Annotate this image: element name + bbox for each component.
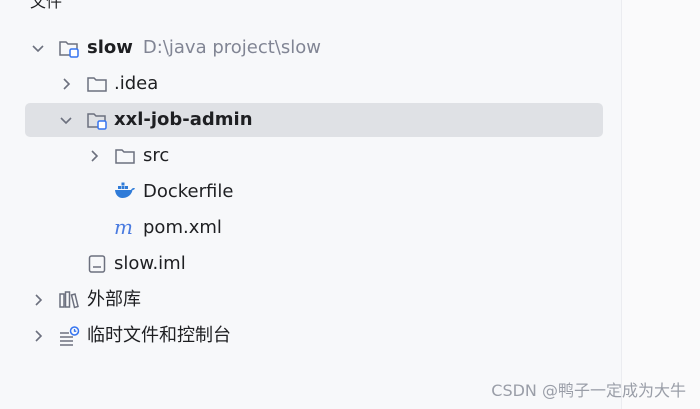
iml-file-icon [86, 253, 108, 275]
folder-icon [86, 73, 108, 95]
maven-icon: m [114, 217, 136, 239]
module-folder-icon [58, 37, 80, 59]
tree-item-module-xxl-job-admin[interactable]: xxl-job-admin [25, 103, 603, 137]
docker-icon [114, 181, 136, 203]
scratches-icon [58, 325, 80, 347]
tree-item-idea[interactable]: .idea [25, 67, 603, 101]
project-tree-panel: 文件 slow D:\java project\slow .idea xxl-jo… [0, 0, 621, 409]
tree-item-label: .idea [114, 73, 159, 94]
tree-item-dockerfile[interactable]: Dockerfile [25, 175, 603, 209]
project-path: D:\java project\slow [142, 37, 321, 58]
panel-title: 文件 [30, 0, 63, 11]
tree-item-label: src [143, 145, 170, 166]
tree-item-external-libraries[interactable]: 外部库 [25, 283, 603, 317]
chevron-down-icon[interactable] [31, 41, 45, 55]
chevron-right-icon[interactable] [59, 77, 73, 91]
tree-item-iml[interactable]: slow.iml [25, 247, 603, 281]
tree-item-label: xxl-job-admin [114, 109, 253, 130]
tree-item-scratches[interactable]: 临时文件和控制台 [25, 319, 603, 353]
library-icon [58, 289, 80, 311]
tree-item-src[interactable]: src [25, 139, 603, 173]
tree-item-label: 外部库 [87, 289, 141, 310]
watermark: CSDN @鸭子一定成为大牛 [491, 381, 686, 400]
folder-icon [114, 145, 136, 167]
chevron-right-icon[interactable] [31, 329, 45, 343]
editor-area-edge [621, 0, 700, 409]
svg-text:m: m [114, 217, 133, 239]
chevron-right-icon[interactable] [31, 293, 45, 307]
tree-item-label: slow D:\java project\slow [87, 37, 321, 58]
tree-item-label: pom.xml [143, 217, 222, 238]
tree-item-label: slow.iml [114, 253, 186, 274]
tree-item-label: 临时文件和控制台 [87, 325, 231, 346]
tree-item-pom[interactable]: m pom.xml [25, 211, 603, 245]
chevron-down-icon[interactable] [59, 113, 73, 127]
chevron-right-icon[interactable] [87, 149, 101, 163]
tree-item-label: Dockerfile [143, 181, 234, 202]
tree-item-root-slow[interactable]: slow D:\java project\slow [25, 31, 603, 65]
module-folder-icon [86, 109, 108, 131]
